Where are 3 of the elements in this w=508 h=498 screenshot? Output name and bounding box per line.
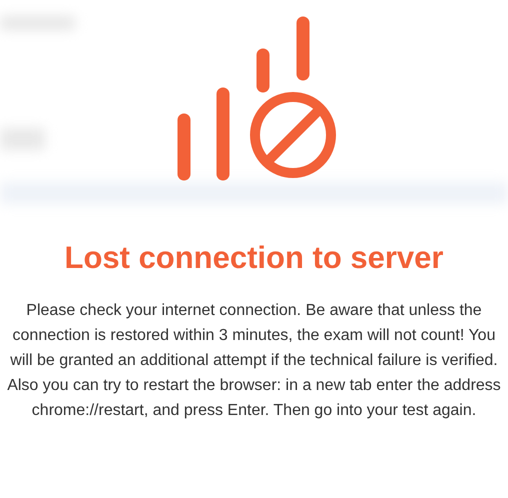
error-message: Please check your internet connection. Be aware that unless the connection is restored within 3 minutes, the exam will not count! You will be granted an additional attempt if the technical failure is verified. Also you can try to restart the browser: in a new tab enter the address chrome://restart, and press Enter. Then go into your test again. [6, 301, 502, 421]
error-title: Lost connection to server [64, 239, 444, 277]
no-signal-icon [175, 16, 339, 182]
